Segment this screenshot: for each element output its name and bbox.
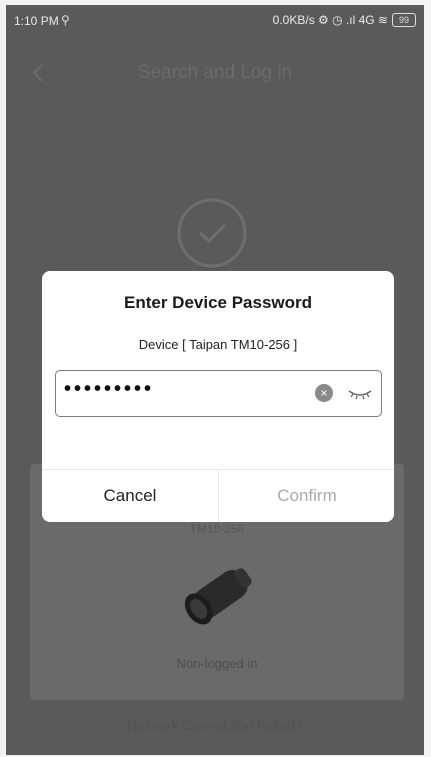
password-value: ••••••••• [64, 378, 155, 400]
eye-closed-icon[interactable] [347, 384, 373, 402]
app-header: Search and Log in [6, 45, 424, 101]
dialog-device-label: Device [ Taipan TM10-256 ] [138, 337, 298, 352]
status-time: 1:10 PM [14, 14, 59, 28]
status-bar: 1:10 PM ⚲ 0.0KB/s ⚙ ◷ .ıl 4G ≋ 99 [6, 5, 424, 45]
check-circle-icon [177, 198, 247, 268]
battery-icon: 99 [392, 13, 416, 27]
notification-icon: ⚲ [61, 13, 70, 27]
status-right-group: 0.0KB/s ⚙ ◷ .ıl 4G ≋ 99 [273, 13, 416, 27]
page-title: Search and Log in [137, 62, 293, 83]
device-card-subtitle: TM10-256 [189, 522, 245, 536]
password-input[interactable]: ••••••••• × [55, 370, 382, 417]
network-failed-link[interactable]: Network Connection Failed? [6, 717, 424, 733]
device-login-status: Non-logged in [176, 656, 258, 671]
dialog-title: Enter Device Password [123, 293, 313, 312]
status-indicators: 0.0KB/s ⚙ ◷ .ıl 4G ≋ [272, 13, 388, 27]
phone-screen: 1:10 PM ⚲ 0.0KB/s ⚙ ◷ .ıl 4G ≋ 99 Search… [6, 5, 424, 755]
password-dialog: Enter Device Password Device [ Taipan TM… [42, 271, 394, 522]
clear-icon[interactable]: × [315, 384, 333, 402]
cancel-button[interactable]: Cancel [42, 469, 218, 522]
confirm-button[interactable]: Confirm [219, 469, 394, 522]
thermal-monocular-icon [184, 568, 252, 625]
